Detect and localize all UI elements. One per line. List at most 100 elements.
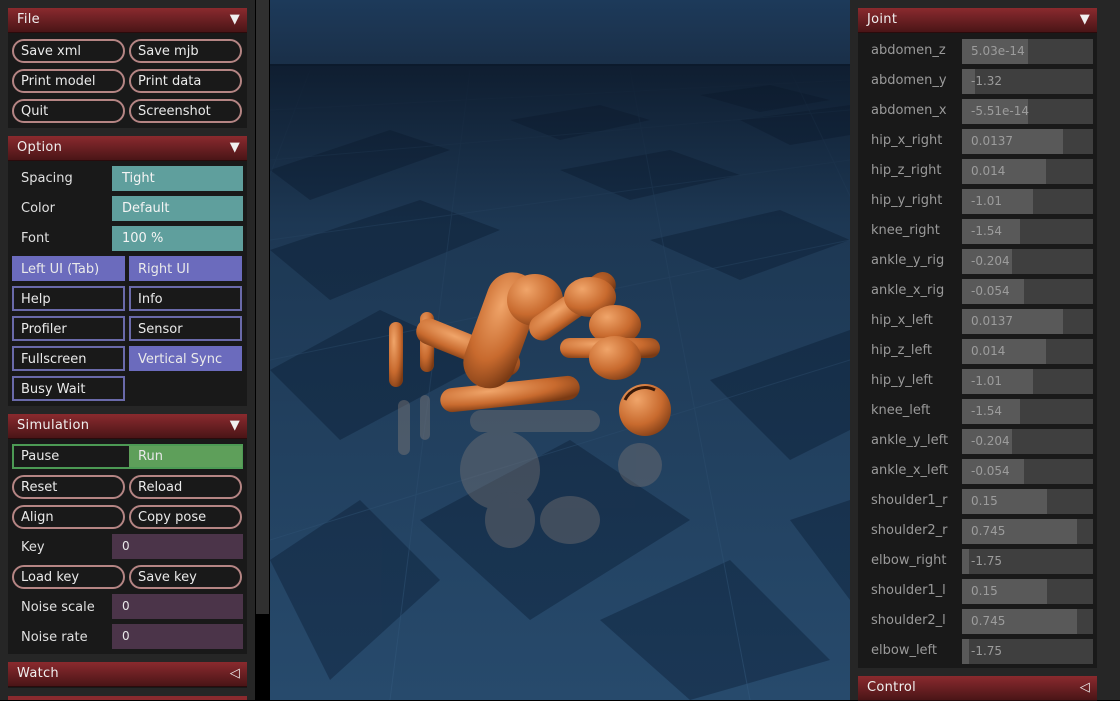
joint-value: 5.03e-14 — [971, 44, 1025, 58]
joint-row: knee_left -1.54 — [858, 397, 1097, 427]
collapse-arrow-icon: ▼ — [229, 418, 240, 433]
simulation-viewport[interactable] — [270, 0, 850, 700]
joint-slider[interactable]: 0.0137 — [962, 309, 1093, 334]
collapse-arrow-icon: ▼ — [229, 140, 240, 155]
left-panel-scrollbar-thumb[interactable] — [256, 0, 269, 614]
option-section-header[interactable]: Option ▼ — [8, 136, 247, 161]
joint-row: hip_z_left 0.014 — [858, 337, 1097, 367]
align-button[interactable]: Align — [12, 505, 125, 529]
copy-pose-button[interactable]: Copy pose — [129, 505, 242, 529]
joint-slider[interactable]: -1.01 — [962, 189, 1093, 214]
joint-slider[interactable]: 0.014 — [962, 339, 1093, 364]
save-xml-button[interactable]: Save xml — [12, 39, 125, 63]
joint-value: 0.0137 — [971, 134, 1013, 148]
reload-button[interactable]: Reload — [129, 475, 242, 499]
joint-slider[interactable]: -0.054 — [962, 459, 1093, 484]
watch-section-title: Watch — [17, 666, 59, 681]
vertical-sync-toggle[interactable]: Vertical Sync — [129, 346, 242, 371]
file-section-header[interactable]: File ▼ — [8, 8, 247, 33]
joint-slider[interactable]: 0.15 — [962, 579, 1093, 604]
color-select[interactable]: Default — [112, 196, 243, 221]
joint-slider[interactable]: -1.75 — [962, 639, 1093, 664]
joint-row: hip_x_left 0.0137 — [858, 307, 1097, 337]
pause-option[interactable]: Pause — [14, 446, 129, 467]
joint-name-label: elbow_right — [871, 553, 947, 568]
joint-name-label: elbow_left — [871, 643, 938, 658]
watch-section-header[interactable]: Watch ◁ — [8, 662, 247, 687]
fullscreen-toggle[interactable]: Fullscreen — [12, 346, 125, 371]
joint-slider[interactable]: -0.204 — [962, 249, 1093, 274]
save-mjb-button[interactable]: Save mjb — [129, 39, 242, 63]
left-ui-panel: File ▼ Save xml Save mjb Print model Pri… — [0, 0, 255, 700]
busy-wait-toggle[interactable]: Busy Wait — [12, 376, 125, 401]
joint-value: -1.01 — [971, 374, 1003, 388]
left-ui-toggle[interactable]: Left UI (Tab) — [12, 256, 125, 281]
pause-run-radio: Pause Run — [12, 444, 243, 469]
joint-slider[interactable]: -0.204 — [962, 429, 1093, 454]
joint-row: knee_right -1.54 — [858, 217, 1097, 247]
joint-row: ankle_y_rig -0.204 — [858, 247, 1097, 277]
info-toggle[interactable]: Info — [129, 286, 242, 311]
joint-slider[interactable]: -1.32 — [962, 69, 1093, 94]
joint-name-label: hip_y_left — [871, 373, 933, 388]
joint-row: hip_y_left -1.01 — [858, 367, 1097, 397]
collapse-arrow-icon: ▼ — [1079, 12, 1090, 27]
noise-rate-field[interactable]: 0 — [112, 624, 243, 649]
joint-section-header[interactable]: Joint ▼ — [858, 8, 1097, 33]
profiler-toggle[interactable]: Profiler — [12, 316, 125, 341]
screenshot-button[interactable]: Screenshot — [129, 99, 242, 123]
spacing-label: Spacing — [21, 171, 73, 186]
joint-slider[interactable]: -1.54 — [962, 219, 1093, 244]
joint-name-label: shoulder1_r — [871, 493, 948, 508]
control-section-title: Control — [867, 680, 917, 695]
joint-name-label: abdomen_z — [871, 43, 946, 58]
right-ui-panel: Joint ▼ abdomen_z 5.03e-14 abdomen_y -1.32 a… — [850, 0, 1120, 701]
joint-slider[interactable]: -0.054 — [962, 279, 1093, 304]
joint-slider[interactable]: 0.0137 — [962, 129, 1093, 154]
color-label: Color — [21, 201, 55, 216]
file-section: File ▼ Save xml Save mjb Print model Pri… — [8, 8, 247, 128]
joint-value: 0.014 — [971, 164, 1006, 178]
joint-slider[interactable]: -1.75 — [962, 549, 1093, 574]
joint-row: hip_x_right 0.0137 — [858, 127, 1097, 157]
joint-value: -1.75 — [971, 644, 1003, 658]
joint-slider[interactable]: -1.01 — [962, 369, 1093, 394]
joint-slider[interactable]: -5.51e-14 — [962, 99, 1093, 124]
joint-row: shoulder1_l 0.15 — [858, 577, 1097, 607]
expand-arrow-icon: ◁ — [1079, 680, 1090, 695]
joint-value: -1.75 — [971, 554, 1003, 568]
watch-section: Watch ◁ — [8, 662, 247, 688]
joint-name-label: ankle_y_rig — [871, 253, 945, 268]
collapse-arrow-icon: ▼ — [229, 12, 240, 27]
quit-button[interactable]: Quit — [12, 99, 125, 123]
joint-value: 0.014 — [971, 344, 1006, 358]
joint-value: 0.745 — [971, 524, 1006, 538]
sensor-toggle[interactable]: Sensor — [129, 316, 242, 341]
joint-value: 0.15 — [971, 584, 998, 598]
reset-button[interactable]: Reset — [12, 475, 125, 499]
help-toggle[interactable]: Help — [12, 286, 125, 311]
joint-slider[interactable]: -1.54 — [962, 399, 1093, 424]
print-model-button[interactable]: Print model — [12, 69, 125, 93]
font-select[interactable]: 100 % — [112, 226, 243, 251]
joint-slider[interactable]: 0.014 — [962, 159, 1093, 184]
noise-scale-field[interactable]: 0 — [112, 594, 243, 619]
save-key-button[interactable]: Save key — [129, 565, 242, 589]
control-section-header[interactable]: Control ◁ — [858, 676, 1097, 701]
joint-slider[interactable]: 0.15 — [962, 489, 1093, 514]
left-panel-scrollbar[interactable] — [255, 0, 270, 700]
joint-slider[interactable]: 0.745 — [962, 609, 1093, 634]
right-ui-toggle[interactable]: Right UI — [129, 256, 242, 281]
print-data-button[interactable]: Print data — [129, 69, 242, 93]
joint-slider[interactable]: 0.745 — [962, 519, 1093, 544]
spacing-select[interactable]: Tight — [112, 166, 243, 191]
joint-section: Joint ▼ abdomen_z 5.03e-14 abdomen_y -1.32 a… — [858, 8, 1097, 668]
joint-slider[interactable]: 5.03e-14 — [962, 39, 1093, 64]
key-slider[interactable]: 0 — [112, 534, 243, 559]
joint-row: hip_y_right -1.01 — [858, 187, 1097, 217]
simulation-section-header[interactable]: Simulation ▼ — [8, 414, 247, 439]
load-key-button[interactable]: Load key — [12, 565, 125, 589]
run-option[interactable]: Run — [129, 446, 242, 467]
joint-name-label: abdomen_x — [871, 103, 947, 118]
joint-row: shoulder2_r 0.745 — [858, 517, 1097, 547]
